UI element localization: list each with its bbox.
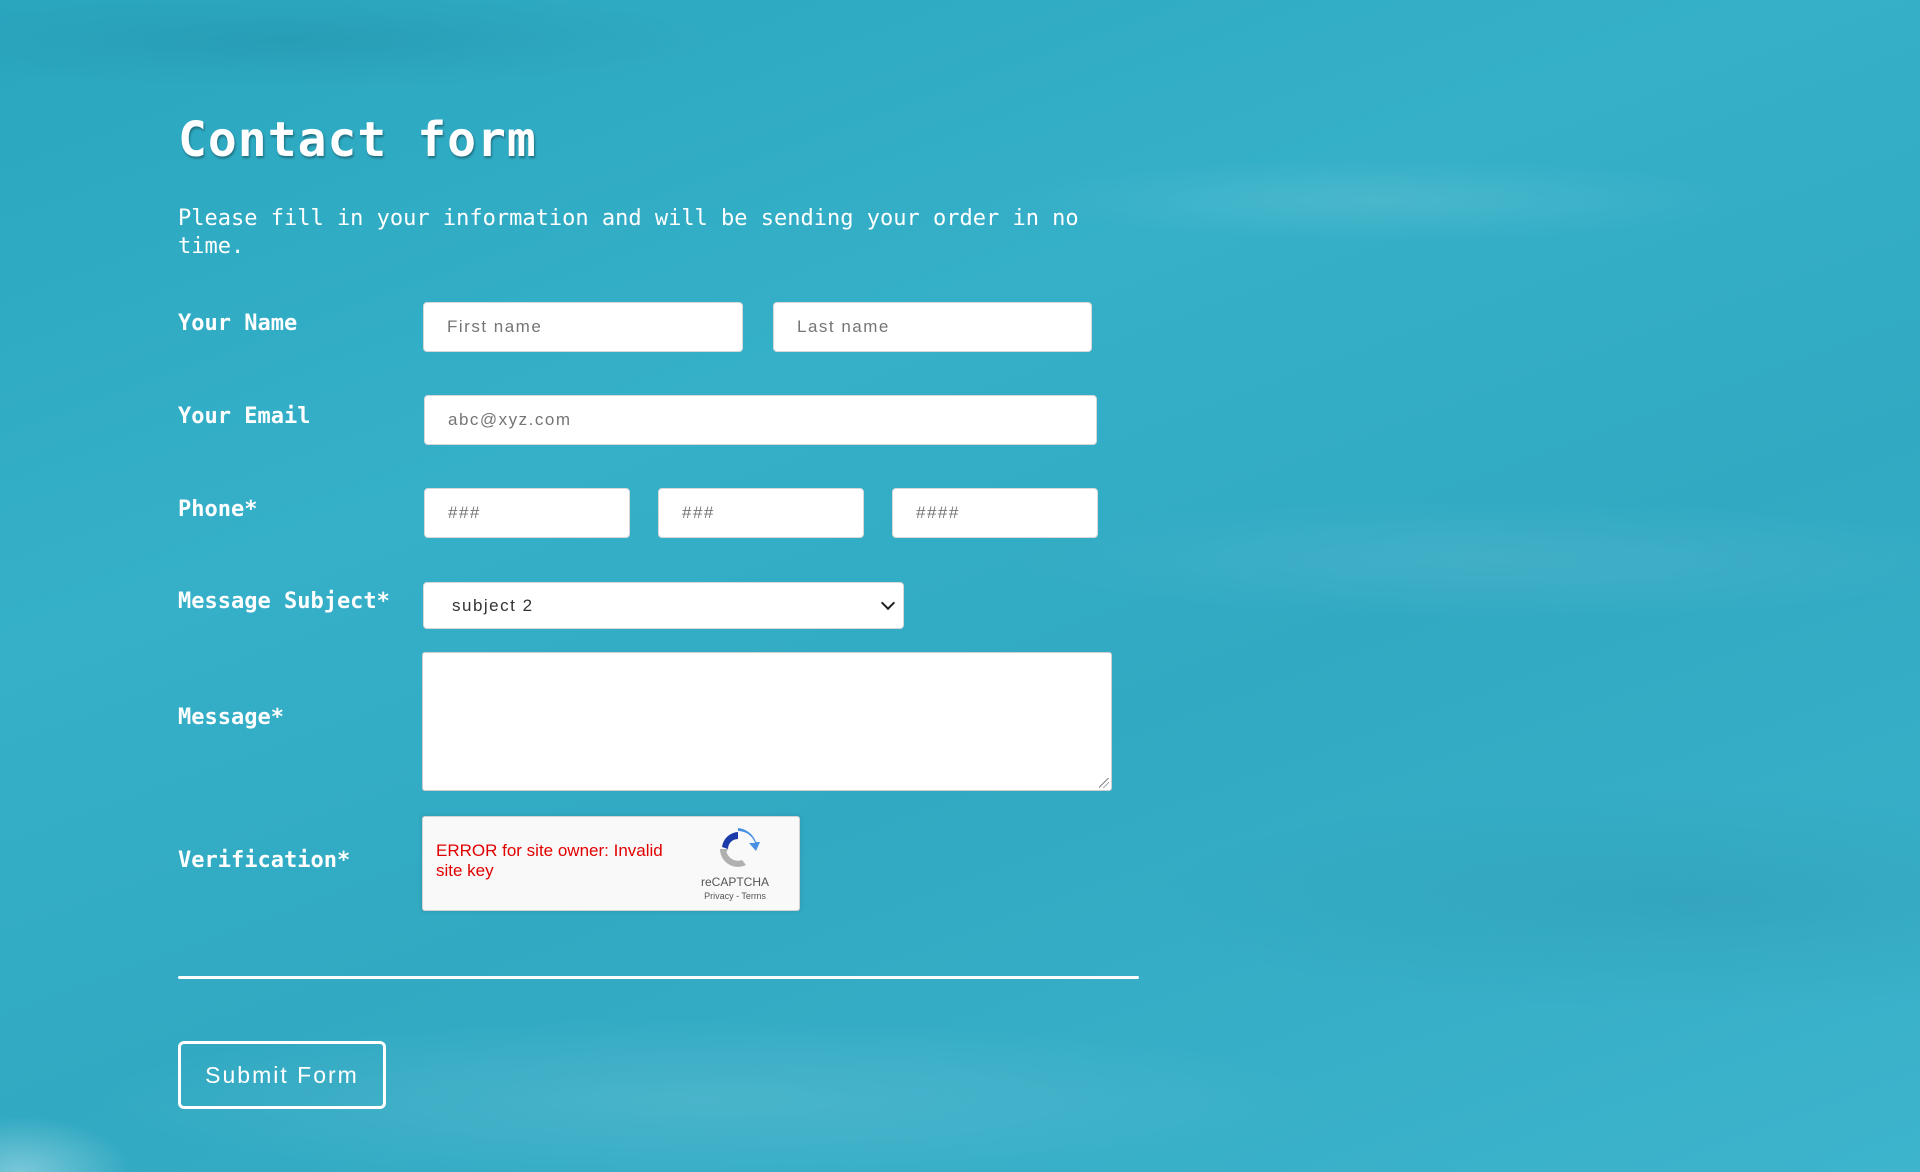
name-label: Your Name — [178, 311, 298, 336]
phone-prefix-placeholder: ### — [682, 503, 715, 522]
chevron-down-icon — [880, 595, 896, 610]
recaptcha-links[interactable]: Privacy - Terms — [685, 891, 785, 901]
email-input[interactable]: abc@xyz.com — [424, 395, 1097, 445]
form-intro: Please fill in your information and will… — [178, 206, 1079, 259]
phone-line-placeholder: #### — [916, 503, 960, 522]
form-divider — [178, 976, 1139, 979]
last-name-placeholder: Last name — [797, 317, 890, 336]
subject-select[interactable]: subject 2 — [423, 582, 904, 629]
first-name-input[interactable]: First name — [423, 302, 743, 352]
resize-grip-icon[interactable] — [1099, 778, 1109, 788]
subject-label: Message Subject* — [178, 589, 390, 614]
recaptcha-error: ERROR for site owner: Invalid site key — [436, 841, 663, 880]
page-title: Contact form — [178, 112, 537, 168]
message-label: Message* — [178, 705, 284, 730]
phone-label: Phone* — [178, 497, 258, 522]
email-label: Your Email — [178, 404, 311, 429]
contact-form: Contact form Please fill in your informa… — [178, 110, 1140, 1109]
recaptcha-widget[interactable]: ERROR for site owner: Invalid site key r… — [422, 816, 800, 911]
verification-label: Verification* — [178, 848, 351, 873]
first-name-placeholder: First name — [447, 317, 543, 336]
recaptcha-icon — [720, 828, 760, 867]
phone-area-placeholder: ### — [448, 503, 481, 522]
phone-area-input[interactable]: ### — [424, 488, 630, 538]
email-placeholder: abc@xyz.com — [448, 410, 572, 429]
message-textarea[interactable] — [422, 652, 1112, 791]
submit-button[interactable]: Submit Form — [178, 1041, 386, 1109]
phone-line-input[interactable]: #### — [892, 488, 1098, 538]
recaptcha-brand: reCAPTCHA — [700, 875, 769, 889]
last-name-input[interactable]: Last name — [773, 302, 1092, 352]
phone-prefix-input[interactable]: ### — [658, 488, 864, 538]
subject-selected-value: subject 2 — [452, 595, 534, 615]
